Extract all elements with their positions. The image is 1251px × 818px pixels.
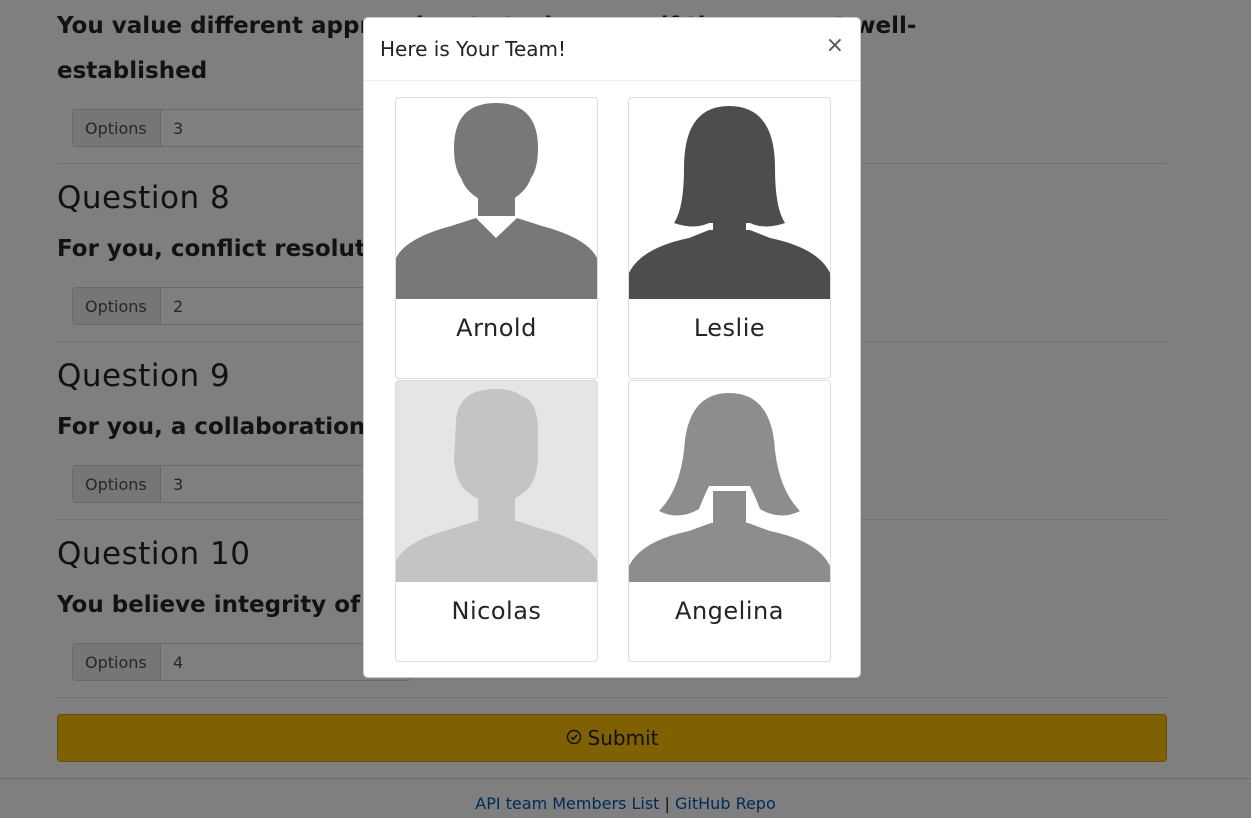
- modal-title: Here is Your Team!: [380, 37, 567, 61]
- team-member-name: Arnold: [456, 314, 537, 342]
- team-member-card: Angelina: [628, 380, 831, 662]
- female-avatar-icon: [629, 98, 830, 299]
- team-member-card: Nicolas: [395, 380, 598, 662]
- team-member-card: Arnold: [395, 97, 598, 379]
- modal-header: Here is Your Team! ×: [364, 18, 860, 81]
- team-member-card: Leslie: [628, 97, 831, 379]
- male-avatar-icon: [396, 381, 597, 582]
- male-suit-avatar-icon: [396, 98, 597, 299]
- female-long-hair-avatar-icon: [629, 381, 830, 582]
- team-modal: Here is Your Team! × Arnold Leslie Nicol…: [363, 17, 861, 678]
- team-member-name: Nicolas: [451, 597, 542, 625]
- team-member-name: Leslie: [693, 314, 766, 342]
- close-icon[interactable]: ×: [826, 35, 844, 57]
- team-member-name: Angelina: [675, 597, 784, 625]
